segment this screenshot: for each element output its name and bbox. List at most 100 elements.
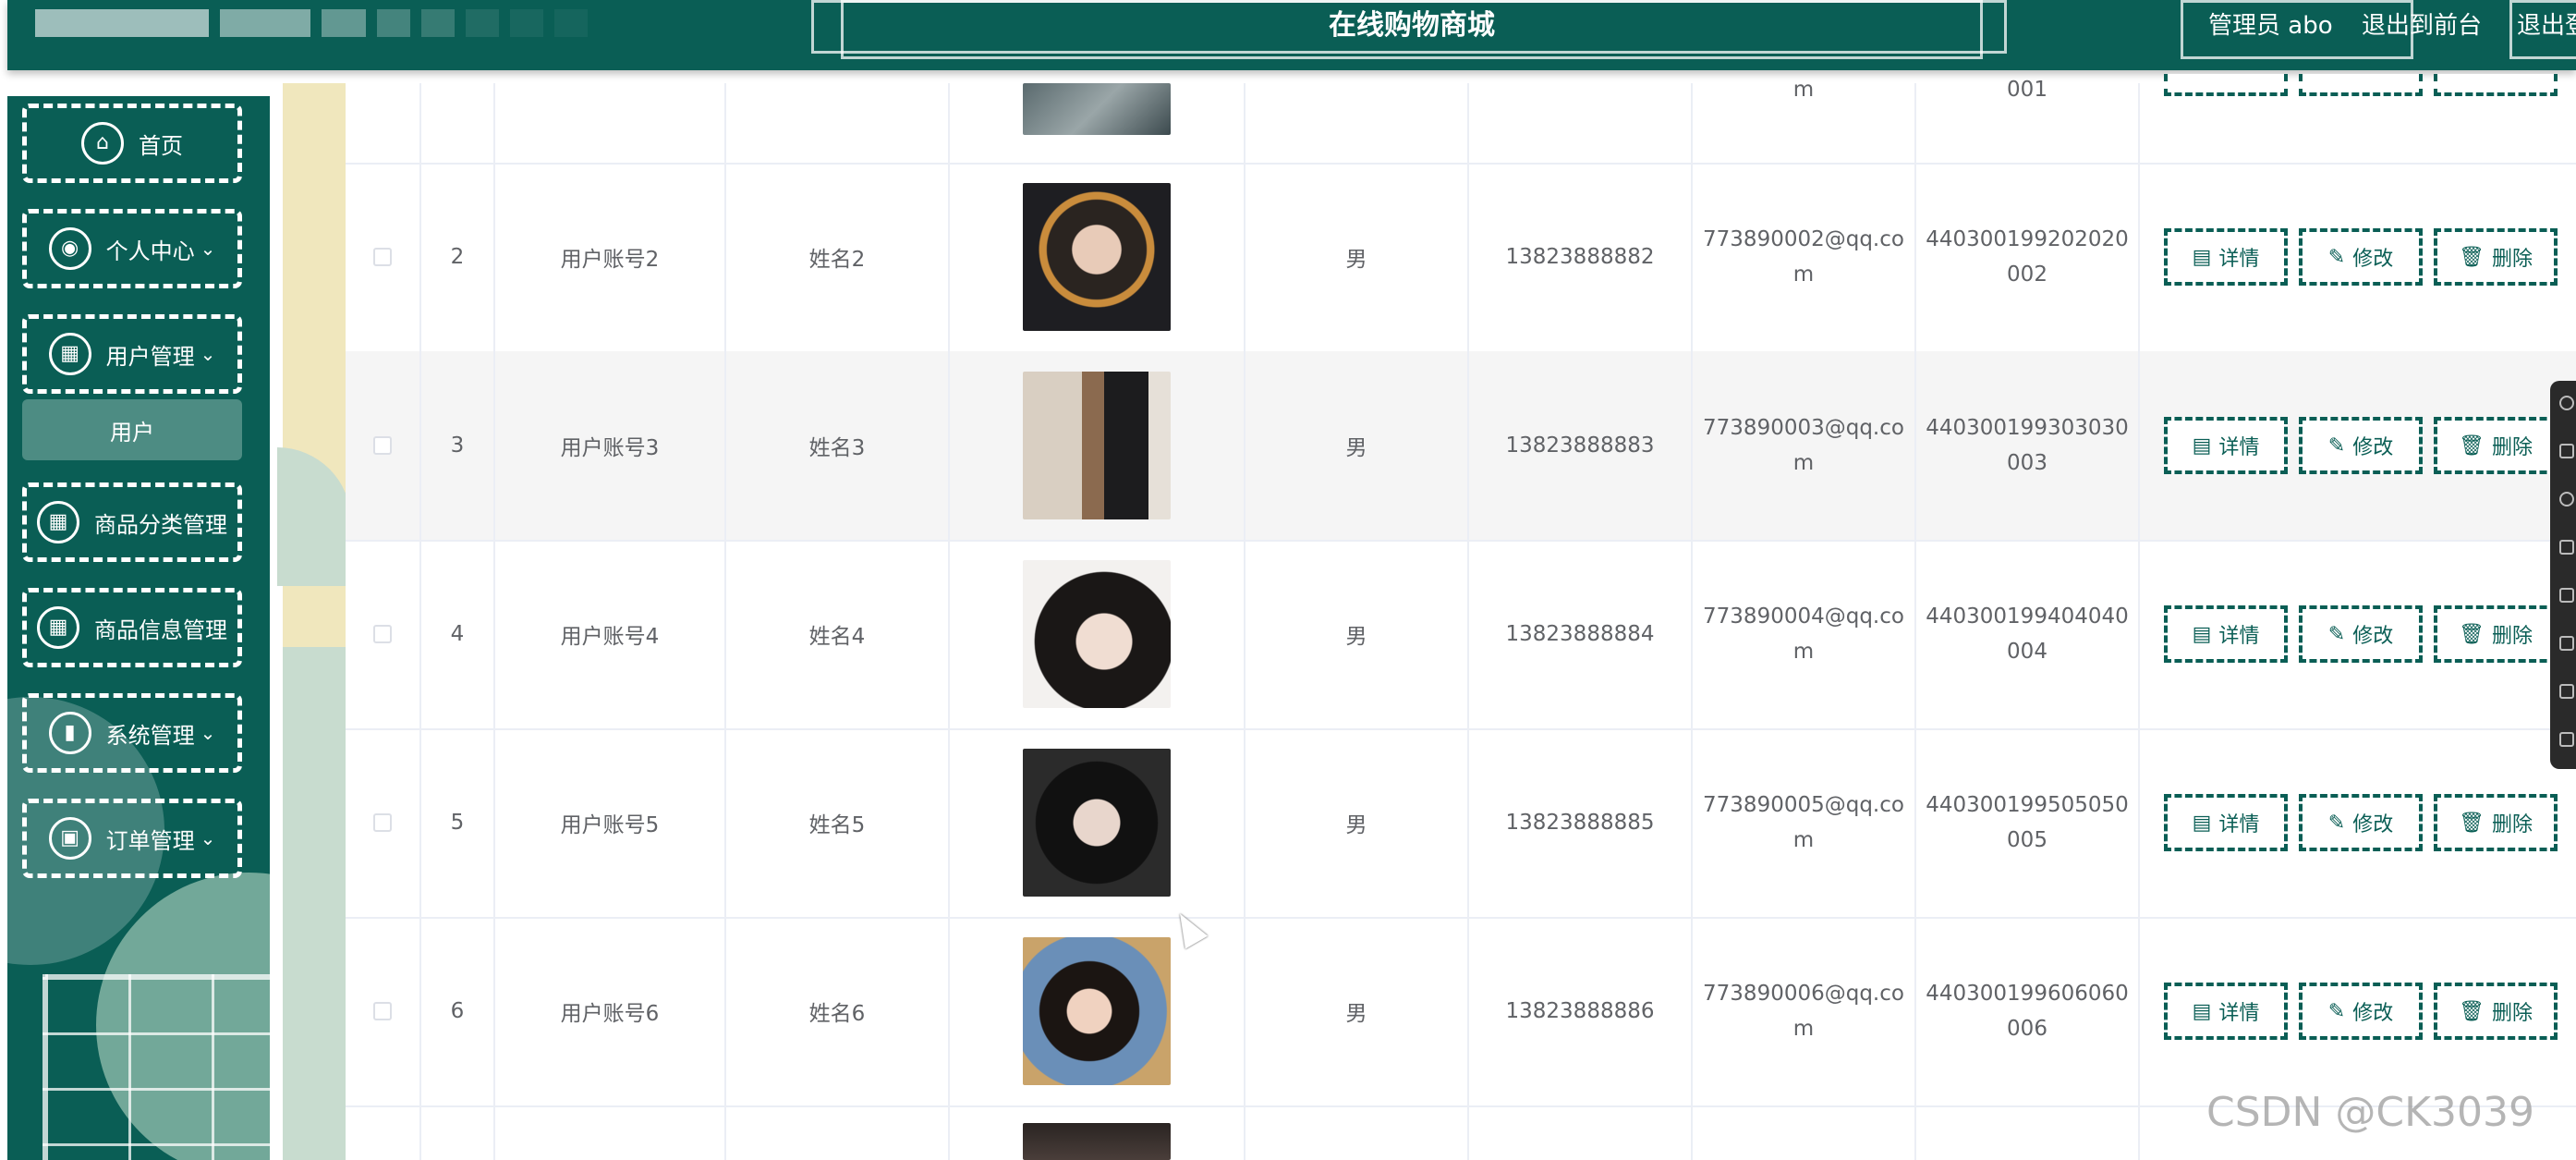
tab-placeholder[interactable]	[466, 9, 499, 37]
admin-label: 管理员 abo	[2208, 12, 2333, 40]
delete-button[interactable]: 🗑 删除	[2434, 983, 2558, 1040]
detail-button[interactable]: ▤ 详情	[2164, 794, 2288, 851]
edit-button[interactable]: ✎ 修改	[2299, 605, 2423, 663]
account-cell: 用户账号6	[495, 917, 726, 1105]
sidebar-decoration	[43, 974, 270, 1160]
edit-button[interactable]: ✎ 修改	[2299, 794, 2423, 851]
toolbar-image-icon[interactable]	[2559, 540, 2574, 555]
toolbar-help-icon[interactable]	[2559, 492, 2574, 507]
user-photo[interactable]	[1023, 372, 1171, 519]
detail-button[interactable]: ▤ 详情	[2164, 417, 2288, 474]
id-cell	[1916, 1105, 2140, 1160]
user-photo[interactable]	[1023, 560, 1171, 708]
edit-button[interactable]: ✎ 修改	[2299, 417, 2423, 474]
photo-cell	[950, 83, 1245, 163]
sidebar-item-order-management[interactable]: ▣ 订单管理 ⌄	[22, 799, 242, 878]
user-photo[interactable]	[1023, 183, 1171, 331]
toolbar-hand-icon[interactable]	[2559, 444, 2574, 458]
user-photo[interactable]	[1023, 749, 1171, 897]
delete-button[interactable]	[2434, 74, 2558, 96]
toolbar-camera-icon[interactable]	[2559, 732, 2574, 747]
phone-cell	[1469, 83, 1693, 163]
photo-cell	[950, 540, 1245, 728]
email-cell: 773890006@qq.co m	[1693, 917, 1916, 1105]
sidebar-item-profile[interactable]: ◉ 个人中心 ⌄	[22, 209, 242, 288]
tab-placeholder[interactable]	[322, 9, 366, 37]
chevron-down-icon: ⌄	[200, 722, 216, 744]
logout-link[interactable]: 退出登录	[2517, 7, 2576, 44]
pencil-icon: ✎	[2327, 999, 2346, 1023]
id-cell: 440300199303030 003	[1916, 351, 2140, 540]
home-icon: ⌂	[81, 122, 124, 165]
gender-cell	[1245, 83, 1469, 163]
gender-cell	[1245, 1105, 1469, 1160]
user-photo	[1023, 83, 1171, 135]
name-cell: 姓名5	[726, 728, 950, 917]
watermark: CSDN @CK3039	[2206, 1089, 2534, 1136]
edit-button[interactable]: ✎ 修改	[2299, 228, 2423, 286]
row-checkbox[interactable]	[373, 813, 392, 832]
photo-cell	[950, 917, 1245, 1105]
sidebar-item-system-management[interactable]: ▮ 系统管理 ⌄	[22, 693, 242, 773]
row-checkbox[interactable]	[373, 436, 392, 455]
checkbox-cell	[346, 1105, 421, 1160]
index-cell: 3	[421, 351, 495, 540]
checkbox-cell	[346, 83, 421, 163]
chevron-down-icon: ⌄	[200, 343, 216, 365]
tab-placeholder[interactable]	[421, 9, 455, 37]
row-checkbox[interactable]	[373, 625, 392, 643]
name-cell: 姓名6	[726, 917, 950, 1105]
tab-placeholder[interactable]	[377, 9, 410, 37]
chevron-down-icon: ⌄	[200, 827, 216, 849]
tab-placeholder[interactable]	[510, 9, 543, 37]
tab-placeholder[interactable]	[220, 9, 310, 37]
sidebar-item-label: 商品信息管理	[94, 617, 227, 643]
sidebar-item-category-management[interactable]: ▦ 商品分类管理	[22, 482, 242, 562]
name-cell	[726, 83, 950, 163]
tab-placeholder[interactable]	[554, 9, 588, 37]
row-checkbox[interactable]	[373, 248, 392, 266]
book-icon: ▮	[48, 712, 91, 754]
detail-button[interactable]: ▤ 详情	[2164, 605, 2288, 663]
document-icon: ▤	[2192, 811, 2212, 835]
phone-cell: 13823888885	[1469, 728, 1693, 917]
account-cell: 用户账号4	[495, 540, 726, 728]
phone-cell: 13823888884	[1469, 540, 1693, 728]
table-row: 5 用户账号5 姓名5 男 13823888885 773890005@qq.c…	[346, 728, 2576, 919]
delete-button[interactable]: 🗑 删除	[2434, 794, 2558, 851]
id-cell: 440300199505050 005	[1916, 728, 2140, 917]
delete-button[interactable]: 🗑 删除	[2434, 605, 2558, 663]
user-photo[interactable]	[1023, 937, 1171, 1085]
detail-button[interactable]	[2164, 74, 2288, 96]
toolbar-pen-icon[interactable]	[2559, 684, 2574, 699]
back-to-front-link[interactable]: 退出到前台	[2362, 7, 2482, 44]
sidebar-item-user-management[interactable]: ▦ 用户管理 ⌄	[22, 314, 242, 394]
user-photo[interactable]	[1023, 1123, 1171, 1160]
trash-icon: 🗑	[2459, 811, 2485, 835]
gender-cell: 男	[1245, 540, 1469, 728]
sidebar-item-product-management[interactable]: ▦ 商品信息管理	[22, 588, 242, 667]
photo-cell	[950, 728, 1245, 917]
detail-button[interactable]: ▤ 详情	[2164, 983, 2288, 1040]
sidebar-item-home[interactable]: ⌂ 首页	[22, 104, 242, 183]
sidebar-item-label: 商品分类管理	[94, 511, 227, 538]
row-checkbox[interactable]	[373, 1002, 392, 1020]
checkbox-cell	[346, 163, 421, 351]
id-cell: 440300199606060 006	[1916, 917, 2140, 1105]
edit-button[interactable]	[2299, 74, 2423, 96]
pencil-icon: ✎	[2327, 433, 2346, 458]
tab-placeholder[interactable]	[35, 9, 209, 37]
delete-button[interactable]: 🗑 删除	[2434, 228, 2558, 286]
toolbar-scissors-icon[interactable]	[2559, 636, 2574, 651]
index-cell	[421, 83, 495, 163]
submenu-item-user[interactable]: 用户	[22, 399, 242, 460]
floating-toolbar	[2550, 381, 2576, 769]
delete-button[interactable]: 🗑 删除	[2434, 417, 2558, 474]
gender-cell: 男	[1245, 917, 1469, 1105]
edit-button[interactable]: ✎ 修改	[2299, 983, 2423, 1040]
checkbox-cell	[346, 728, 421, 917]
toolbar-circle-icon[interactable]	[2559, 396, 2574, 410]
index-cell	[421, 1105, 495, 1160]
detail-button[interactable]: ▤ 详情	[2164, 228, 2288, 286]
toolbar-copy-icon[interactable]	[2559, 588, 2574, 603]
